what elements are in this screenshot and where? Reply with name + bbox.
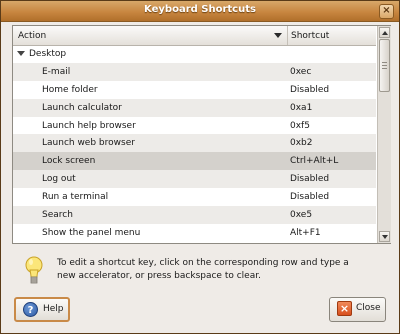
shortcut-cell: Disabled [290, 174, 330, 185]
table-row[interactable]: Show the panel menu Alt+F1 [13, 224, 376, 242]
shortcut-cell: 0xec [290, 66, 312, 77]
table-row[interactable]: Run a terminal Disabled [13, 188, 376, 206]
group-row-desktop[interactable]: Desktop [13, 45, 376, 63]
table-row[interactable]: Launch calculator 0xa1 [13, 98, 376, 117]
column-header-bar: Action Shortcut [13, 26, 376, 46]
grip-line [382, 68, 387, 69]
table-row[interactable]: Launch web browser 0xb2 [13, 134, 376, 153]
action-cell: Show the panel menu [42, 227, 141, 238]
column-header-shortcut-label: Shortcut [291, 31, 330, 41]
window-close-icon[interactable]: × [379, 4, 394, 19]
column-header-action-label: Action [18, 31, 47, 41]
scrollbar-thumb[interactable] [379, 39, 390, 92]
shortcut-cell: 0xf5 [290, 120, 310, 131]
action-cell: Home folder [42, 84, 98, 95]
scroll-down-button[interactable] [379, 231, 390, 242]
shortcut-cell: Disabled [290, 192, 330, 203]
table-row[interactable]: Launch help browser 0xf5 [13, 117, 376, 135]
shortcut-cell: Alt+F1 [290, 227, 321, 238]
column-header-action[interactable]: Action [13, 26, 288, 45]
arrow-down-icon [382, 235, 388, 239]
hint-text: To edit a shortcut key, click on the cor… [57, 258, 349, 281]
shortcut-cell: 0xb2 [290, 138, 313, 149]
help-button-label: Help [43, 304, 64, 314]
table-row[interactable]: E-mail 0xec [13, 62, 376, 81]
table-row[interactable]: Home folder Disabled [13, 81, 376, 99]
grip-line [382, 65, 387, 66]
lightbulb-icon [25, 256, 43, 284]
title-bar[interactable]: Keyboard Shortcuts × [1, 1, 399, 22]
sort-descending-icon [274, 33, 282, 38]
column-header-shortcut[interactable]: Shortcut [288, 26, 376, 45]
close-icon: × [337, 301, 352, 316]
shortcut-cell: 0xe5 [290, 210, 313, 221]
keyboard-shortcuts-window: Keyboard Shortcuts × Action Shortcut Des… [0, 0, 400, 334]
expander-expanded-icon[interactable] [17, 51, 25, 56]
window-title: Keyboard Shortcuts [144, 4, 256, 15]
table-row[interactable]: Search 0xe5 [13, 206, 376, 224]
shortcuts-tree-view[interactable]: Action Shortcut Desktop E-mail 0xec Home… [12, 25, 391, 244]
action-cell: Search [42, 210, 73, 221]
action-cell: Lock screen [42, 156, 96, 167]
close-button[interactable]: × Close [329, 297, 386, 322]
shortcut-cell: 0xa1 [290, 102, 313, 113]
group-label: Desktop [29, 49, 67, 59]
action-cell: Log out [42, 174, 76, 185]
arrow-up-icon [382, 31, 388, 35]
help-button[interactable]: ? Help [14, 297, 70, 322]
close-button-label: Close [356, 303, 381, 313]
scroll-up-button[interactable] [379, 27, 390, 38]
action-cell: Launch web browser [42, 138, 135, 149]
shortcut-rows: Desktop E-mail 0xec Home folder Disabled… [13, 45, 376, 242]
vertical-scrollbar[interactable] [377, 26, 391, 243]
action-cell: Launch help browser [42, 120, 136, 131]
shortcut-cell: Disabled [290, 84, 330, 95]
action-cell: Run a terminal [42, 192, 109, 203]
grip-line [382, 62, 387, 63]
action-cell: E-mail [42, 66, 71, 77]
action-cell: Launch calculator [42, 102, 122, 113]
table-row[interactable]: Log out Disabled [13, 170, 376, 189]
shortcut-cell: Ctrl+Alt+L [290, 156, 339, 167]
table-row-selected[interactable]: Lock screen Ctrl+Alt+L [13, 152, 376, 171]
help-icon: ? [23, 302, 38, 317]
